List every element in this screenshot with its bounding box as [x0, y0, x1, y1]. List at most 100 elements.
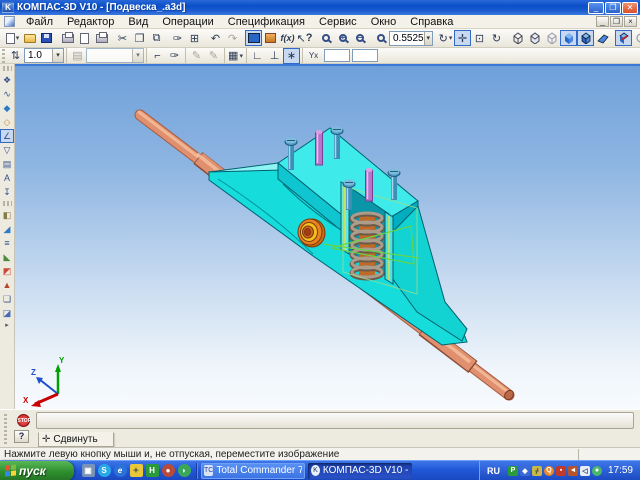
combo-arrow-icon[interactable]: ▾ — [132, 49, 143, 62]
key-app-icon[interactable]: ✦ — [130, 464, 143, 477]
property-bar-grip[interactable] — [4, 414, 7, 444]
bushing-part[interactable] — [298, 219, 325, 247]
menu-file[interactable]: Файл — [19, 15, 60, 29]
ortho-mode-button[interactable]: ∟ — [249, 48, 266, 64]
redo-button[interactable]: ↷ — [224, 30, 241, 46]
orientation-button[interactable]: ↻▾ — [437, 30, 454, 46]
tab-move[interactable]: ✛ Сдвинуть — [38, 432, 114, 447]
hidden-lines-button[interactable] — [526, 30, 543, 46]
perpendicular-button[interactable]: ⊥ — [266, 48, 283, 64]
child-minimize-button[interactable]: _ — [596, 16, 609, 27]
edit-part-button[interactable]: ❖ — [0, 73, 14, 87]
menu-help[interactable]: Справка — [403, 15, 460, 29]
task-kompas[interactable]: K КОМПАС-3D V10 - [П... — [308, 463, 412, 479]
app2-icon[interactable]: ◗ — [178, 464, 191, 477]
refresh-image-button[interactable]: ⊡ — [471, 30, 488, 46]
zoom-in-button[interactable]: + — [334, 30, 351, 46]
tray-antivirus-icon[interactable]: ▪ — [556, 466, 566, 476]
hidden-thin-button[interactable] — [543, 30, 560, 46]
shaded-edges-button[interactable] — [577, 30, 594, 46]
model-viewport[interactable]: Y Z X — [15, 64, 640, 409]
panel-expand-arrow[interactable]: ▸ — [5, 321, 9, 329]
copy-button[interactable]: ❐ — [131, 30, 148, 46]
start-button[interactable]: пуск — [0, 461, 74, 480]
menu-view[interactable]: Вид — [121, 15, 155, 29]
tray-app-icon[interactable]: ● — [592, 466, 602, 476]
send-button[interactable] — [93, 30, 110, 46]
panel-grip[interactable] — [3, 66, 12, 71]
revolve-button[interactable]: ◢ — [0, 222, 14, 236]
combo-arrow-icon[interactable]: ▾ — [424, 32, 432, 45]
tray-network-icon[interactable]: ◆ — [520, 466, 530, 476]
close-button[interactable]: ✕ — [622, 2, 638, 14]
document-icon[interactable] — [4, 16, 15, 27]
print-button[interactable] — [59, 30, 76, 46]
model-3d-view[interactable]: Y Z X — [15, 66, 640, 409]
bracket-part[interactable] — [209, 128, 467, 345]
open-button[interactable] — [21, 30, 38, 46]
sweep-button[interactable]: ◣ — [0, 250, 14, 264]
taskbar-clock[interactable]: 17:59 — [608, 465, 633, 476]
rotate-model-button[interactable]: ↻ — [488, 30, 505, 46]
grid-button[interactable]: ▦▾ — [227, 48, 244, 64]
section-display-button[interactable] — [615, 30, 632, 46]
snap-button[interactable]: ∗ — [283, 48, 300, 64]
punto-icon[interactable]: H — [146, 464, 159, 477]
language-indicator[interactable]: RU — [484, 465, 503, 477]
print-preview-button[interactable] — [76, 30, 93, 46]
minimize-button[interactable]: _ — [588, 2, 604, 14]
cut-button[interactable]: ✂ — [114, 30, 131, 46]
new-document-button[interactable]: ▾ — [4, 30, 21, 46]
extrude-button[interactable]: ◧ — [0, 208, 14, 222]
layer-combo[interactable]: ▾ — [86, 48, 144, 63]
filters-button[interactable]: ▽ — [0, 143, 14, 157]
menu-operations[interactable]: Операции — [155, 15, 220, 29]
zoom-window-button[interactable] — [317, 30, 334, 46]
zoom-out-button[interactable]: − — [351, 30, 368, 46]
save-button[interactable] — [38, 30, 55, 46]
skype-icon[interactable]: S — [98, 464, 111, 477]
reports-button[interactable]: A — [0, 171, 14, 185]
toolbar-grip[interactable] — [2, 49, 5, 63]
copy-properties-button[interactable]: ✑ — [169, 30, 186, 46]
property-help-button[interactable]: ? — [14, 430, 29, 443]
tray-signal-icon[interactable]: ᚋ — [532, 466, 542, 476]
design-elements-button[interactable]: ↧ — [0, 185, 14, 199]
task-total-commander[interactable]: TC Total Commander 7.0... — [201, 463, 305, 479]
browser-icon[interactable]: e — [114, 464, 127, 477]
coord-y-field[interactable] — [324, 49, 350, 62]
measure-button[interactable]: ∠ — [0, 129, 14, 143]
perspective-button[interactable] — [594, 30, 611, 46]
child-close-button[interactable]: × — [624, 16, 637, 27]
pencil-button[interactable]: ✎ — [188, 48, 205, 64]
fillet-button[interactable]: ▲ — [0, 278, 14, 292]
tray-volume-icon[interactable]: ◁ — [580, 466, 590, 476]
surfaces-button[interactable]: ◆ — [0, 101, 14, 115]
aux-geometry-button[interactable]: ◇ — [0, 115, 14, 129]
show-desktop-icon[interactable]: ▣ — [82, 464, 95, 477]
rib-button[interactable]: ◪ — [0, 306, 14, 320]
spreadsheet-button[interactable]: ⊞ — [186, 30, 203, 46]
menu-editor[interactable]: Редактор — [60, 15, 121, 29]
menu-service[interactable]: Сервис — [312, 15, 364, 29]
context-help-button[interactable]: ↖? — [296, 30, 313, 46]
interrupt-command-button[interactable]: STOP — [13, 412, 33, 429]
child-restore-button[interactable]: ❐ — [610, 16, 623, 27]
coordinates-button[interactable]: Yx — [305, 48, 322, 64]
restore-button[interactable]: ❐ — [605, 2, 621, 14]
menu-window[interactable]: Окно — [364, 15, 404, 29]
undo-button[interactable]: ↶ — [207, 30, 224, 46]
cut-extrude-button[interactable]: ◩ — [0, 264, 14, 278]
coord-x-field[interactable] — [352, 49, 378, 62]
functions-button[interactable]: f(x) — [279, 30, 296, 46]
tray-update-icon[interactable]: Q — [544, 466, 554, 476]
loft-button[interactable]: ≡ — [0, 236, 14, 250]
shaded-button[interactable] — [560, 30, 577, 46]
copy-properties2-button[interactable]: ✑ — [166, 48, 183, 64]
app1-icon[interactable]: ● — [162, 464, 175, 477]
pan-button[interactable]: ✛ — [454, 30, 471, 46]
paste-button[interactable]: ⧉ — [148, 30, 165, 46]
spatial-curves-button[interactable]: ∿ — [0, 87, 14, 101]
menu-specification[interactable]: Спецификация — [221, 15, 312, 29]
tray-punto-icon[interactable]: P — [508, 466, 518, 476]
